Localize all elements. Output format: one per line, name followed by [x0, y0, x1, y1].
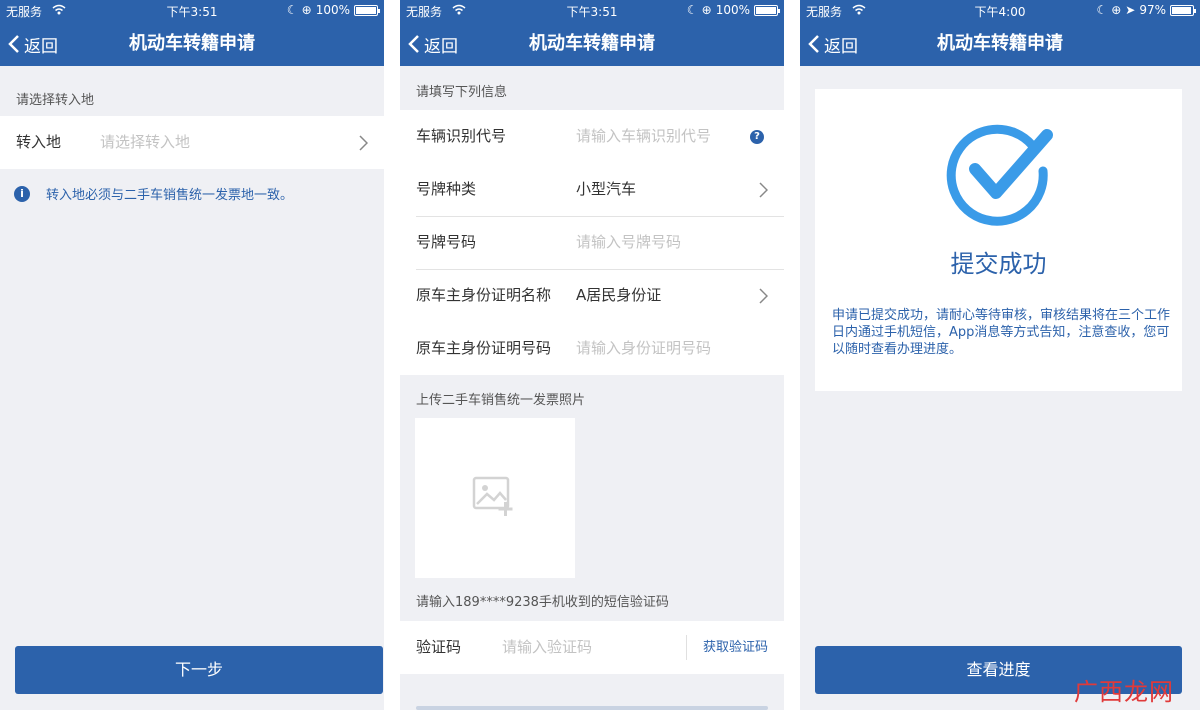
success-message: 申请已提交成功，请耐心等待审核，审核结果将在三个工作日内通过手机短信，App消息…: [832, 308, 1171, 357]
invoice-upload[interactable]: [415, 418, 575, 578]
field-label: 车辆识别代号: [416, 127, 507, 145]
submit-button-edge[interactable]: [416, 706, 768, 710]
success-title: 提交成功: [950, 250, 1047, 278]
notice-message: i 转入地必须与二手车销售统一发票地一致。: [14, 184, 293, 203]
page-title: 机动车转籍申请: [937, 33, 1063, 54]
nav-bar: 返回 机动车转籍申请: [800, 22, 1200, 66]
info-icon: i: [14, 185, 30, 202]
moon-icon: ☾: [1096, 3, 1108, 17]
field-value: 小型汽车: [576, 180, 637, 198]
battery-percent: 100%: [315, 3, 350, 17]
location-icon: ➤: [1125, 3, 1136, 17]
plate-number-field[interactable]: 号牌号码 请输入号牌号码: [400, 216, 784, 269]
section-label: 请选择转入地: [16, 93, 95, 108]
field-value: A居民身份证: [576, 286, 662, 304]
code-input[interactable]: 请输入验证码: [502, 621, 592, 674]
lock-rotation-icon: ⊕: [1111, 3, 1122, 17]
lock-rotation-icon: ⊕: [301, 3, 312, 17]
field-label: 验证码: [416, 638, 462, 656]
success-card: 提交成功 申请已提交成功，请耐心等待审核，审核结果将在三个工作日内通过手机短信，…: [815, 89, 1182, 391]
section-label: 请填写下列信息: [416, 85, 508, 100]
status-bar: 无服务 下午4:00 ☾ ⊕ ➤ 97%: [800, 0, 1200, 22]
chevron-right-icon: [759, 288, 768, 304]
owner-id-type-field[interactable]: 原车主身份证明名称 A居民身份证: [400, 269, 784, 322]
get-code-button[interactable]: 获取验证码: [703, 621, 768, 674]
vin-field[interactable]: 车辆识别代号 请输入车辆识别代号 ?: [400, 110, 784, 163]
moon-icon: ☾: [286, 3, 298, 17]
field-placeholder: 请输入号牌号码: [576, 233, 682, 251]
chevron-right-icon: [759, 182, 768, 198]
battery-percent: 97%: [1139, 3, 1166, 17]
destination-field[interactable]: 转入地 请选择转入地: [0, 116, 384, 169]
plate-type-field[interactable]: 号牌种类 小型汽车: [400, 163, 784, 216]
battery-icon: [754, 4, 780, 16]
field-label: 号牌种类: [416, 180, 477, 198]
verification-code-field[interactable]: 验证码 请输入验证码 获取验证码: [400, 621, 784, 674]
screen-submit-success: 无服务 下午4:00 ☾ ⊕ ➤ 97% 返回 机动车转籍申请 提交成功 申请已…: [800, 0, 1200, 710]
battery-icon: [1170, 4, 1196, 16]
chevron-right-icon: [359, 135, 368, 151]
owner-id-number-field[interactable]: 原车主身份证明号码 请输入身份证明号码: [400, 322, 784, 375]
next-button[interactable]: 下一步: [15, 646, 383, 694]
field-label: 原车主身份证明号码: [416, 339, 552, 357]
nav-bar: 返回 机动车转籍申请: [0, 22, 384, 66]
status-bar: 无服务 下午3:51 ☾ ⊕ 100%: [400, 0, 784, 22]
battery-percent: 100%: [715, 3, 750, 17]
add-image-icon: [472, 476, 513, 516]
help-icon[interactable]: ?: [750, 130, 764, 144]
notice-text: 转入地必须与二手车销售统一发票地一致。: [46, 188, 294, 203]
field-label: 原车主身份证明名称: [416, 286, 552, 304]
moon-icon: ☾: [686, 3, 698, 17]
page-title: 机动车转籍申请: [129, 33, 255, 54]
field-placeholder: 请输入身份证明号码: [576, 339, 712, 357]
screen-fill-info: 无服务 下午3:51 ☾ ⊕ 100% 返回 机动车转籍申请 请填写下列信息 车…: [400, 0, 784, 710]
field-label: 转入地: [16, 133, 62, 151]
page-title: 机动车转籍申请: [529, 33, 655, 54]
nav-bar: 返回 机动车转籍申请: [400, 22, 784, 66]
watermark: 广西龙网: [1074, 678, 1174, 706]
upload-label: 上传二手车销售统一发票照片: [416, 393, 586, 408]
status-bar: 无服务 下午3:51 ☾ ⊕ 100%: [0, 0, 384, 22]
battery-icon: [354, 4, 380, 16]
sms-label: 请输入189****9238手机收到的短信验证码: [416, 595, 669, 610]
field-placeholder: 请输入车辆识别代号: [576, 127, 712, 145]
lock-rotation-icon: ⊕: [701, 3, 712, 17]
field-placeholder: 请选择转入地: [100, 133, 191, 151]
field-label: 号牌号码: [416, 233, 477, 251]
screen-select-destination: 无服务 下午3:51 ☾ ⊕ 100% 返回 机动车转籍申请 请选择转入地 转入…: [0, 0, 384, 710]
success-check-icon: [946, 124, 1053, 226]
